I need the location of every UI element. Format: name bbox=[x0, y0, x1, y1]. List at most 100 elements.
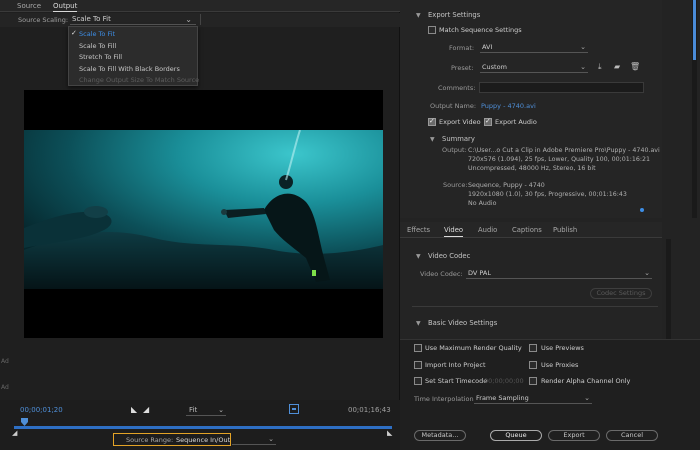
output-name-label: Output Name: bbox=[430, 102, 477, 110]
preview-tab-bar: Source Output bbox=[0, 0, 400, 12]
cancel-button[interactable]: Cancel bbox=[606, 430, 658, 441]
use-proxies-label: Use Proxies bbox=[541, 361, 579, 369]
tab-source[interactable]: Source bbox=[17, 2, 41, 10]
max-render-quality-checkbox[interactable] bbox=[414, 344, 422, 352]
tab-video[interactable]: Video bbox=[444, 226, 464, 237]
current-timecode[interactable]: 00;00;01;20 bbox=[20, 406, 63, 414]
import-into-project-checkbox[interactable] bbox=[414, 361, 422, 369]
menu-item-change-output-size: Change Output Size To Match Source bbox=[79, 76, 200, 84]
range-start-handle-icon[interactable]: ◢ bbox=[12, 429, 17, 437]
chevron-down-icon: ⌄ bbox=[268, 435, 274, 443]
match-sequence-checkbox[interactable] bbox=[428, 26, 436, 34]
video-settings-scrollbar[interactable] bbox=[666, 239, 671, 339]
chevron-down-icon: ⌄ bbox=[644, 269, 650, 277]
video-codec-label: Video Codec: bbox=[420, 270, 463, 278]
collapse-triangle-icon[interactable]: ▼ bbox=[416, 253, 421, 260]
video-codec-value: DV PAL bbox=[468, 269, 491, 277]
scrollbar-thumb[interactable] bbox=[693, 0, 696, 60]
set-start-timecode-checkbox[interactable] bbox=[414, 377, 422, 385]
source-scaling-dropdown[interactable]: Scale To Fit ⌄ bbox=[70, 14, 196, 25]
tab-publish[interactable]: Publish bbox=[553, 226, 577, 234]
crop-icon[interactable] bbox=[289, 404, 299, 414]
time-interpolation-label: Time Interpolation bbox=[414, 395, 474, 403]
collapse-triangle-icon[interactable]: ▼ bbox=[430, 136, 435, 143]
divider bbox=[412, 306, 658, 307]
source-scaling-label: Source Scaling: bbox=[18, 16, 69, 24]
zoom-value: Fit bbox=[189, 406, 198, 414]
checkmark-icon: ✓ bbox=[71, 29, 77, 37]
preset-dropdown[interactable]: Custom ⌄ bbox=[480, 62, 588, 73]
basic-video-settings-title: Basic Video Settings bbox=[428, 319, 498, 327]
mark-in-icon[interactable]: ◣ bbox=[131, 405, 137, 414]
video-codec-dropdown[interactable]: DV PAL ⌄ bbox=[466, 268, 652, 279]
output-name-link[interactable]: Puppy - 4740.avi bbox=[481, 102, 536, 110]
export-audio-label: Export Audio bbox=[495, 118, 537, 126]
chevron-down-icon: ⌄ bbox=[580, 43, 586, 51]
export-video-label: Export Video bbox=[439, 118, 481, 126]
summary-source-line: 1920x1080 (1.0), 30 fps, Progressive, 00… bbox=[468, 191, 627, 198]
queue-button[interactable]: Queue bbox=[490, 430, 542, 441]
import-preset-icon[interactable]: ▰ bbox=[614, 62, 620, 71]
chevron-down-icon: ⌄ bbox=[584, 394, 590, 402]
tab-effects[interactable]: Effects bbox=[407, 226, 430, 234]
mark-out-icon[interactable]: ◢ bbox=[143, 405, 149, 414]
chevron-down-icon: ⌄ bbox=[218, 406, 224, 414]
time-interpolation-dropdown[interactable]: Frame Sampling ⌄ bbox=[474, 393, 592, 404]
video-frame-image bbox=[24, 130, 383, 289]
source-range-value[interactable]: Sequence In/Out bbox=[176, 436, 230, 444]
save-preset-icon[interactable]: ⤓ bbox=[598, 62, 602, 72]
comments-input[interactable] bbox=[479, 82, 644, 93]
playhead-icon[interactable] bbox=[21, 418, 28, 426]
summary-output-line: Uncompressed, 48000 Hz, Stereo, 16 bit bbox=[468, 165, 596, 172]
summary-output-line: C:\User...o Cut a Clip in Adobe Premiere… bbox=[468, 147, 660, 154]
video-codec-title: Video Codec bbox=[428, 252, 471, 260]
export-button[interactable]: Export bbox=[548, 430, 600, 441]
export-video-checkbox[interactable] bbox=[428, 117, 436, 126]
duration-timecode: 00;01;16;43 bbox=[348, 406, 391, 414]
use-previews-checkbox[interactable] bbox=[529, 344, 537, 352]
export-audio-checkbox[interactable] bbox=[484, 117, 492, 126]
match-sequence-label: Match Sequence Settings bbox=[439, 26, 522, 34]
metadata-button[interactable]: Metadata... bbox=[414, 430, 466, 441]
zoom-dropdown[interactable]: Fit ⌄ bbox=[186, 405, 226, 416]
source-range-dropdown[interactable]: ⌄ bbox=[232, 434, 276, 445]
chevron-down-icon: ⌄ bbox=[580, 63, 586, 71]
format-dropdown[interactable]: AVI ⌄ bbox=[480, 42, 588, 53]
menu-item-scale-to-fill[interactable]: Scale To Fill bbox=[79, 42, 116, 50]
start-timecode-field[interactable]: 00;00;00;00 bbox=[484, 377, 524, 385]
tab-output[interactable]: Output bbox=[53, 2, 78, 12]
summary-source-label: Source: bbox=[443, 181, 468, 189]
collapse-triangle-icon[interactable]: ▼ bbox=[416, 12, 421, 19]
use-previews-label: Use Previews bbox=[541, 344, 584, 352]
source-range-label: Source Range: bbox=[126, 436, 174, 444]
timeline-scrubber[interactable] bbox=[14, 426, 392, 429]
preset-value: Custom bbox=[482, 63, 507, 71]
preset-label: Preset: bbox=[451, 64, 474, 72]
video-preview bbox=[24, 90, 383, 338]
divider bbox=[200, 14, 201, 25]
range-end-handle-icon[interactable]: ◣ bbox=[387, 429, 392, 437]
tab-audio[interactable]: Audio bbox=[478, 226, 497, 234]
summary-title: Summary bbox=[442, 135, 475, 143]
use-proxies-checkbox[interactable] bbox=[529, 361, 537, 369]
source-scaling-value: Scale To Fit bbox=[72, 15, 111, 23]
format-label: Format: bbox=[449, 44, 475, 52]
tab-captions[interactable]: Captions bbox=[512, 226, 542, 234]
menu-item-scale-to-fit[interactable]: Scale To Fit bbox=[79, 30, 115, 38]
scroll-indicator bbox=[640, 208, 644, 212]
format-value: AVI bbox=[482, 43, 493, 51]
time-interpolation-value: Frame Sampling bbox=[476, 394, 529, 402]
summary-output-label: Output: bbox=[442, 146, 467, 154]
summary-source-line: No Audio bbox=[468, 200, 497, 207]
side-panel-glyph: Ad bbox=[1, 358, 9, 365]
export-settings-title: Export Settings bbox=[428, 11, 481, 19]
menu-item-scale-to-fill-black-borders[interactable]: Scale To Fill With Black Borders bbox=[79, 65, 180, 73]
max-render-quality-label: Use Maximum Render Quality bbox=[425, 344, 522, 352]
collapse-triangle-icon[interactable]: ▼ bbox=[416, 320, 421, 327]
render-alpha-checkbox[interactable] bbox=[529, 377, 537, 385]
summary-output-line: 720x576 (1.094), 25 fps, Lower, Quality … bbox=[468, 156, 651, 163]
delete-preset-icon[interactable]: 🗑 bbox=[630, 62, 640, 71]
source-scaling-menu: ✓ Scale To Fit Scale To Fill Stretch To … bbox=[68, 26, 200, 86]
menu-item-stretch-to-fill[interactable]: Stretch To Fill bbox=[79, 53, 122, 61]
codec-settings-button[interactable]: Codec Settings bbox=[590, 288, 652, 299]
